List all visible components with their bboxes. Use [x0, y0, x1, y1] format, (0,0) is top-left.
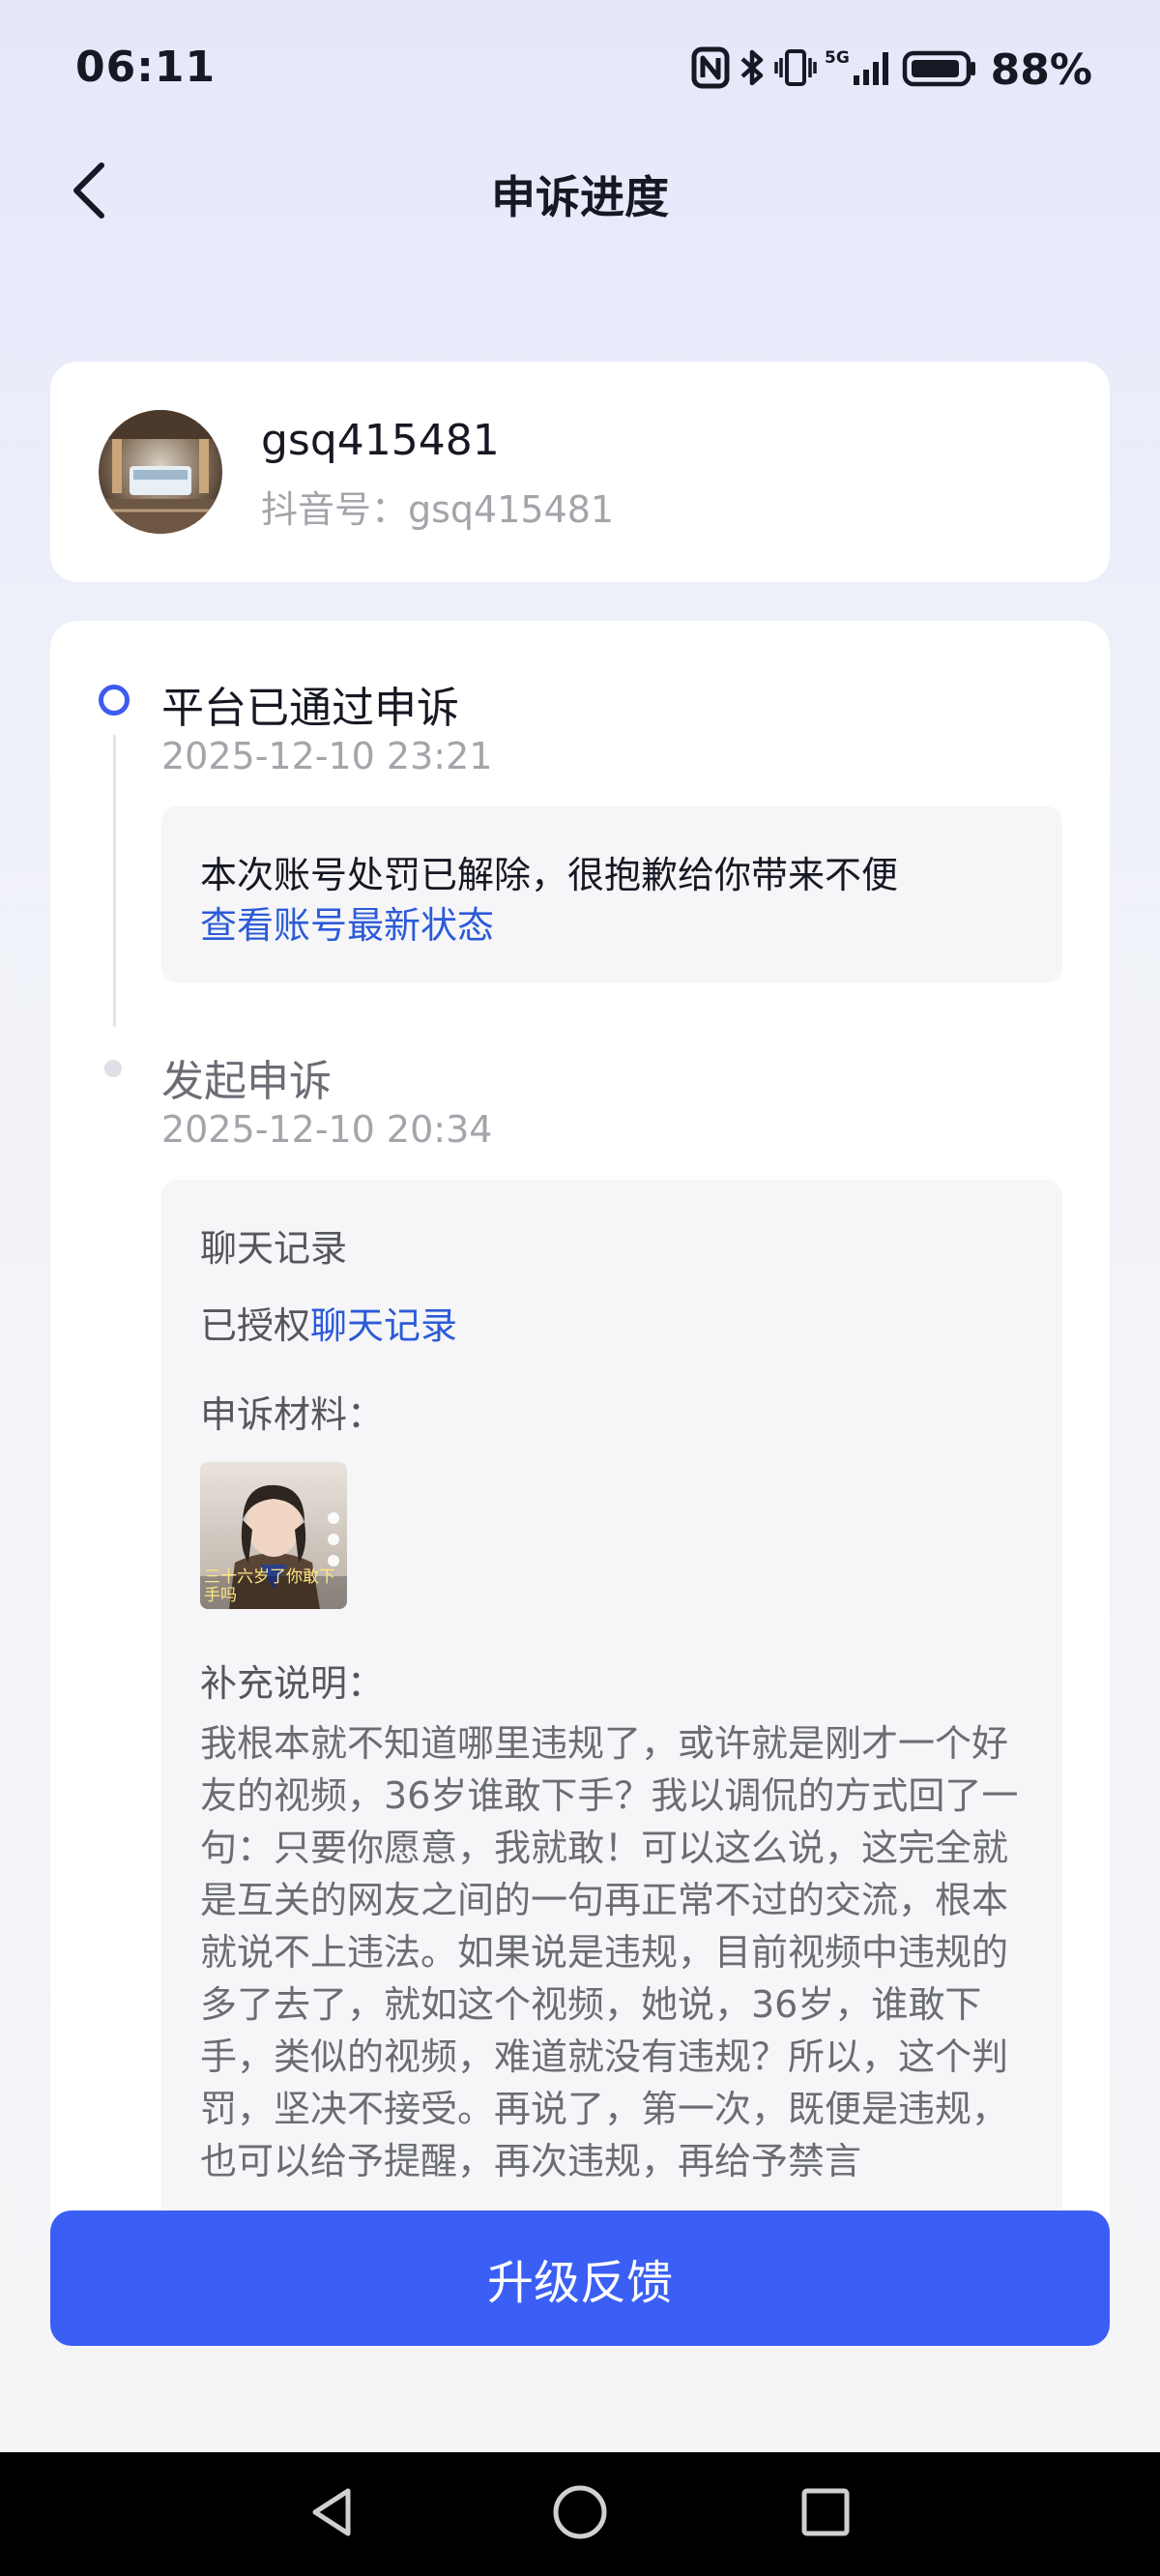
chat-record-link[interactable]: 聊天记录: [310, 1304, 457, 1347]
bluetooth-icon: [738, 46, 767, 93]
system-navigation-bar: [0, 2452, 1160, 2576]
appeal-material-label: 申诉材料：: [200, 1393, 385, 1436]
upgrade-feedback-button[interactable]: 升级反馈: [50, 2210, 1110, 2346]
back-triangle-icon: [304, 2483, 362, 2545]
supplement-label: 补充说明：: [200, 1662, 385, 1705]
svg-text:5G: 5G: [825, 48, 850, 68]
recents-square-icon: [797, 2483, 855, 2545]
system-home-button[interactable]: [543, 2477, 617, 2551]
thumbnail-caption: 三十六岁了你敢下手吗: [204, 1567, 335, 1605]
page-title: 申诉进度: [491, 171, 669, 223]
step-title: 发起申诉: [161, 1057, 332, 1106]
step-title: 平台已通过申诉: [161, 684, 459, 733]
profile-card: gsq415481 抖音号：gsq415481: [50, 362, 1110, 582]
status-bar: 06:11 5G 88%: [0, 0, 1160, 141]
view-account-status-link[interactable]: 查看账号最新状态: [200, 895, 494, 949]
5g-signal-icon: 5G: [825, 46, 894, 93]
chat-record-label: 聊天记录: [200, 1227, 348, 1270]
timeline-line: [113, 735, 116, 1027]
system-recents-button[interactable]: [789, 2477, 862, 2551]
step-time: 2025-12-10 20:34: [161, 1108, 493, 1151]
home-circle-icon: [550, 2482, 610, 2546]
appeal-material-thumbnail[interactable]: 三十六岁了你敢下手吗: [200, 1462, 347, 1609]
appeal-details-box: 聊天记录 已授权聊天记录 申诉材料： 三十六岁了你敢下手吗 补充说明： 我根本就…: [161, 1180, 1062, 2265]
authorized-prefix: 已授权: [200, 1304, 311, 1347]
chat-authorized-text: 已授权聊天记录: [200, 1296, 457, 1349]
battery-icon: [902, 46, 977, 93]
username: gsq415481: [261, 416, 500, 465]
status-time: 06:11: [75, 43, 217, 92]
douyin-id: 抖音号：gsq415481: [261, 488, 615, 531]
nfc-icon: [691, 46, 730, 93]
step-time: 2025-12-10 23:21: [161, 735, 493, 777]
result-message: 本次账号处罚已解除，很抱歉给你带来不便: [200, 854, 899, 896]
appeal-timeline-card: 平台已通过申诉 2025-12-10 23:21 本次账号处罚已解除，很抱歉给你…: [50, 621, 1110, 2265]
timeline-dot-inactive: [104, 1060, 122, 1077]
avatar[interactable]: [99, 410, 222, 534]
status-icons: 5G 88%: [691, 43, 1092, 97]
nav-bar: 申诉进度: [0, 141, 1160, 267]
supplement-text: 我根本就不知道哪里违规了，或许就是刚才一个好友的视频，36岁谁敢下手？我以调侃的…: [200, 1722, 1019, 2182]
timeline-dot-active: [99, 685, 130, 716]
battery-percent: 88%: [990, 44, 1092, 95]
result-message-box: 本次账号处罚已解除，很抱歉给你带来不便 查看账号最新状态: [161, 806, 1062, 982]
system-back-button[interactable]: [296, 2477, 369, 2551]
vibrate-icon: [773, 46, 817, 93]
